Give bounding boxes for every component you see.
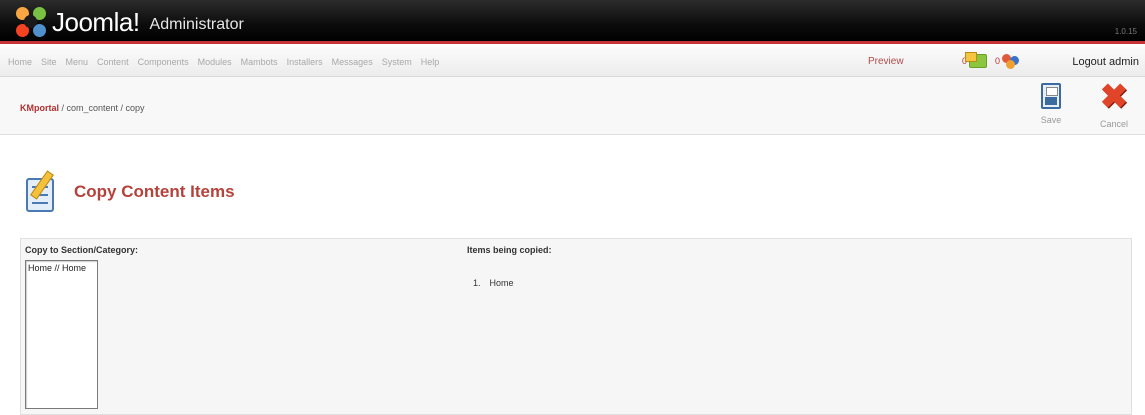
breadcrumb: KMportal / com_content / copy	[20, 103, 145, 113]
joomla-logo[interactable]: Joomla! Administrator	[16, 6, 244, 38]
status-icons: 0 0	[962, 52, 1022, 69]
online-users-icon[interactable]	[1002, 54, 1022, 69]
item-name: Home	[489, 278, 514, 288]
section-category-select[interactable]: Home // Home	[25, 260, 98, 409]
page-title: Copy Content Items	[74, 182, 235, 201]
edit-document-icon	[20, 170, 62, 214]
save-icon	[1041, 83, 1061, 109]
copy-to-label: Copy to Section/Category:	[25, 245, 139, 255]
menu-item-messages[interactable]: Messages	[332, 57, 373, 67]
copied-items-list: 1. Home	[473, 278, 514, 288]
menu-item-menu[interactable]: Menu	[66, 57, 89, 67]
items-being-copied-label: Items being copied:	[467, 245, 552, 255]
menu-item-system[interactable]: System	[382, 57, 412, 67]
cancel-label: Cancel	[1099, 119, 1128, 129]
cancel-button[interactable]: ✖ Cancel	[1093, 78, 1135, 133]
logout-link[interactable]: Logout admin	[1072, 47, 1139, 77]
preview-link[interactable]: Preview	[868, 47, 904, 77]
select-option[interactable]: Home // Home	[26, 261, 97, 275]
save-label: Save	[1040, 115, 1062, 125]
copy-form: Copy to Section/Category: Home // Home I…	[20, 238, 1132, 415]
save-button[interactable]: Save	[1030, 81, 1072, 133]
toolbar: KMportal / com_content / copy Save ✖ Can…	[0, 77, 1145, 135]
main-menu-bar: Home Site Menu Content Components Module…	[0, 47, 1145, 77]
menu-item-home[interactable]: Home	[8, 57, 32, 67]
breadcrumb-path: / com_content / copy	[59, 103, 145, 113]
logo-subtitle: Administrator	[149, 16, 244, 33]
menu-item-components[interactable]: Components	[138, 57, 189, 67]
menu-item-modules[interactable]: Modules	[198, 57, 232, 67]
menu-item-installers[interactable]: Installers	[287, 57, 323, 67]
item-number: 1.	[473, 278, 481, 288]
logo-text: Joomla!	[52, 6, 140, 37]
menu-item-help[interactable]: Help	[421, 57, 440, 67]
menu-item-content[interactable]: Content	[97, 57, 129, 67]
admin-header: Joomla! Administrator 1.0.15	[0, 0, 1145, 44]
menu-item-mambots[interactable]: Mambots	[241, 57, 278, 67]
list-item: 1. Home	[473, 278, 514, 288]
users-count: 0	[995, 56, 1001, 66]
cancel-icon: ✖	[1099, 78, 1129, 116]
joomla-logo-icon	[16, 7, 46, 37]
menu-item-site[interactable]: Site	[41, 57, 57, 67]
page-header: Copy Content Items	[20, 168, 235, 216]
main-menu: Home Site Menu Content Components Module…	[8, 47, 448, 77]
messages-icon[interactable]	[965, 52, 988, 68]
version-text: 1.0.15	[1114, 27, 1137, 36]
breadcrumb-home[interactable]: KMportal	[20, 103, 59, 113]
